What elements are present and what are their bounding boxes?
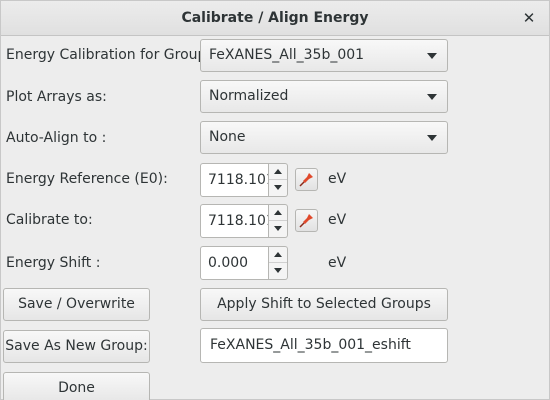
- e0-unit: eV: [328, 171, 347, 187]
- spin-down-icon[interactable]: [269, 180, 287, 196]
- pin-icon: [299, 173, 313, 187]
- spin-up-icon[interactable]: [269, 205, 287, 221]
- shift-spinner[interactable]: [269, 246, 288, 280]
- calib-unit: eV: [328, 212, 347, 228]
- pin-icon: [299, 214, 313, 228]
- shift-label: Energy Shift :: [6, 255, 101, 271]
- plot-select[interactable]: Normalized: [200, 80, 448, 113]
- done-button[interactable]: Done: [3, 372, 150, 400]
- align-label: Auto-Align to :: [6, 130, 107, 146]
- calib-pick-button[interactable]: [295, 209, 318, 232]
- chevron-down-icon: [427, 135, 437, 141]
- calibrate-dialog: Calibrate / Align Energy ✕ Energy Calibr…: [0, 0, 550, 400]
- shift-input[interactable]: 0.000: [200, 246, 269, 280]
- plot-label: Plot Arrays as:: [6, 89, 107, 105]
- chevron-down-icon: [427, 94, 437, 100]
- align-select[interactable]: None: [200, 121, 448, 154]
- chevron-down-icon: [427, 53, 437, 59]
- spin-down-icon[interactable]: [269, 263, 287, 279]
- plot-select-value: Normalized: [209, 88, 289, 104]
- close-button[interactable]: ✕: [519, 8, 539, 28]
- calib-label: Calibrate to:: [6, 212, 93, 228]
- group-select[interactable]: FeXANES_All_35b_001: [200, 39, 448, 72]
- align-select-value: None: [209, 129, 246, 145]
- save-new-group-button[interactable]: Save As New Group:: [3, 330, 150, 363]
- e0-spinner[interactable]: [269, 163, 288, 197]
- group-label: Energy Calibration for Group:: [6, 47, 212, 63]
- spin-up-icon[interactable]: [269, 247, 287, 263]
- spin-down-icon[interactable]: [269, 221, 287, 237]
- e0-label: Energy Reference (E0):: [6, 171, 168, 187]
- shift-unit: eV: [328, 255, 347, 271]
- e0-input[interactable]: 7118.101: [200, 163, 269, 197]
- group-select-value: FeXANES_All_35b_001: [209, 47, 365, 63]
- calib-input[interactable]: 7118.101: [200, 204, 269, 238]
- save-overwrite-button[interactable]: Save / Overwrite: [3, 288, 150, 321]
- e0-pick-button[interactable]: [295, 168, 318, 191]
- new-group-name-input[interactable]: FeXANES_All_35b_001_eshift: [200, 328, 448, 363]
- titlebar: Calibrate / Align Energy ✕: [1, 1, 549, 36]
- apply-shift-button[interactable]: Apply Shift to Selected Groups: [200, 288, 448, 321]
- window-title: Calibrate / Align Energy: [181, 10, 369, 26]
- calib-spinner[interactable]: [269, 204, 288, 238]
- spin-up-icon[interactable]: [269, 164, 287, 180]
